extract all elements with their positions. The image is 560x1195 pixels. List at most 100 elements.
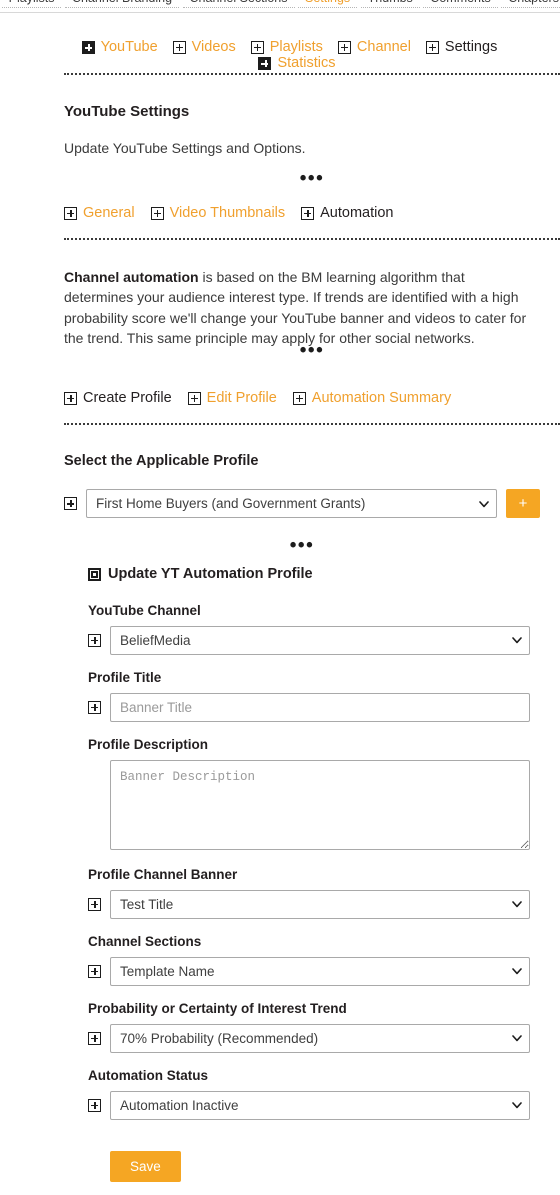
field-row-profile-description <box>88 759 530 855</box>
profile-title-control <box>110 692 530 722</box>
profile-select-heading: Select the Applicable Profile <box>64 453 259 469</box>
page-description: Update YouTube Settings and Options. <box>64 140 306 156</box>
profile-select-row: First Home Buyers (and Government Grants… <box>64 489 540 518</box>
divider-2 <box>64 238 560 240</box>
automation-description: Channel automation is based on the BM le… <box>64 267 532 348</box>
main-nav-label: Statistics <box>277 55 336 71</box>
save-row: Save <box>88 1150 530 1182</box>
profile-nav-label: Automation Summary <box>311 390 452 406</box>
breadcrumb-item-channel-branding[interactable]: Channel Branding <box>64 0 180 8</box>
main-nav-label: Channel <box>356 39 411 55</box>
sub-nav-label: General <box>83 205 135 221</box>
probability-select[interactable]: 70% Probability (Recommended) <box>110 1023 530 1053</box>
probability-control: 70% Probability (Recommended) <box>110 1023 530 1053</box>
profile-nav-label: Edit Profile <box>206 390 277 406</box>
plus-outline-icon[interactable] <box>88 1098 101 1112</box>
plus-outline-icon <box>150 206 164 220</box>
plus-outline-icon <box>172 40 186 54</box>
main-nav-item-settings[interactable]: Settings <box>425 39 498 55</box>
breadcrumb-item-thumbs[interactable]: Thumbs <box>360 0 420 8</box>
automation-description-lead: Channel automation <box>64 269 199 285</box>
profile-title-input[interactable] <box>110 692 530 722</box>
ellipsis-separator-1: ••• <box>299 168 325 189</box>
profile-select-control: First Home Buyers (and Government Grants… <box>86 489 497 518</box>
plus-outline-icon <box>64 391 77 405</box>
sub-nav-item-automation[interactable]: Automation <box>301 205 394 221</box>
plus-outline-icon[interactable] <box>88 964 101 978</box>
field-row-automation-status: Automation Inactive <box>88 1090 530 1120</box>
plus-outline-icon[interactable] <box>88 633 101 647</box>
dot-square-icon <box>88 567 101 581</box>
profile-channel-banner-control: Test Title <box>110 889 530 919</box>
plus-outline-icon <box>301 206 315 220</box>
profile-nav[interactable]: Create Profile Edit Profile Automation S… <box>64 390 530 406</box>
plus-outline-icon <box>64 206 77 220</box>
automation-status-select[interactable]: Automation Inactive <box>110 1090 530 1120</box>
breadcrumb-item-playlists[interactable]: Playlists <box>1 0 62 8</box>
plus-outline-icon[interactable] <box>64 497 77 510</box>
label-profile-channel-banner: Profile Channel Banner <box>88 866 238 882</box>
profile-select[interactable]: First Home Buyers (and Government Grants… <box>86 489 497 518</box>
breadcrumb-item-chapters[interactable]: Chapters <box>501 0 560 8</box>
main-nav-item-playlists[interactable]: Playlists <box>250 39 323 55</box>
main-nav[interactable]: YouTube Videos Playlists Channel Setting… <box>64 39 530 71</box>
profile-nav-item-edit-profile[interactable]: Edit Profile <box>187 390 277 406</box>
main-nav-label: Playlists <box>269 39 323 55</box>
main-nav-item-statistics[interactable]: Statistics <box>258 55 336 71</box>
ellipsis-separator-2: ••• <box>299 340 325 361</box>
form-heading-label: Update YT Automation Profile <box>108 566 313 582</box>
page-title: YouTube Settings <box>64 103 190 120</box>
channel-sections-control: Template Name <box>110 956 530 986</box>
youtube-channel-control: BeliefMedia <box>110 625 530 655</box>
field-row-profile-channel-banner: Test Title <box>88 889 530 919</box>
add-profile-button[interactable]: + <box>506 489 540 518</box>
breadcrumb-item-comments[interactable]: Comments <box>423 0 498 8</box>
form-heading: Update YT Automation Profile <box>88 566 313 582</box>
field-row-probability: 70% Probability (Recommended) <box>88 1023 530 1053</box>
plus-outline-icon[interactable] <box>88 700 101 714</box>
divider-3 <box>64 423 560 425</box>
sub-nav-label: Video Thumbnails <box>169 205 286 221</box>
plus-outline-icon <box>337 40 351 54</box>
profile-description-textarea[interactable] <box>110 759 530 850</box>
main-nav-label: YouTube <box>100 39 158 55</box>
sub-nav-label: Automation <box>320 205 394 221</box>
sub-nav-item-video-thumbnails[interactable]: Video Thumbnails <box>150 205 286 221</box>
header-divider <box>0 12 560 13</box>
main-nav-label: Settings <box>444 39 498 55</box>
main-nav-label: Videos <box>191 39 236 55</box>
profile-nav-label: Create Profile <box>83 390 172 406</box>
profile-channel-banner-select[interactable]: Test Title <box>110 889 530 919</box>
breadcrumb-item-channel-sections[interactable]: Channel Sections <box>182 0 295 8</box>
label-probability: Probability or Certainty of Interest Tre… <box>88 1000 347 1016</box>
save-button[interactable]: Save <box>110 1150 181 1182</box>
divider-1 <box>64 73 560 75</box>
plus-solid-icon <box>81 40 95 54</box>
field-row-profile-title <box>88 692 530 722</box>
ellipsis-separator-3: ••• <box>289 535 315 556</box>
plus-outline-icon <box>292 391 306 405</box>
label-channel-sections: Channel Sections <box>88 933 202 949</box>
plus-outline-icon <box>187 391 201 405</box>
plus-outline-icon[interactable] <box>88 1031 101 1045</box>
label-youtube-channel: YouTube Channel <box>88 602 201 618</box>
field-row-channel-sections: Template Name <box>88 956 530 986</box>
profile-nav-item-automation-summary[interactable]: Automation Summary <box>292 390 452 406</box>
field-row-youtube-channel: BeliefMedia <box>88 625 530 655</box>
main-nav-item-videos[interactable]: Videos <box>172 39 236 55</box>
main-nav-item-youtube[interactable]: YouTube <box>81 39 158 55</box>
channel-sections-select[interactable]: Template Name <box>110 956 530 986</box>
plus-outline-icon[interactable] <box>88 897 101 911</box>
label-profile-description: Profile Description <box>88 736 209 752</box>
profile-nav-item-create-profile[interactable]: Create Profile <box>64 390 172 406</box>
plus-outline-icon <box>425 40 439 54</box>
sub-nav-item-general[interactable]: General <box>64 205 135 221</box>
plus-outline-icon <box>250 40 264 54</box>
youtube-channel-select[interactable]: BeliefMedia <box>110 625 530 655</box>
label-profile-title: Profile Title <box>88 669 162 685</box>
plus-solid-icon <box>258 56 272 70</box>
update-profile-form: Update YT Automation Profile YouTube Cha… <box>88 566 530 1182</box>
main-nav-item-channel[interactable]: Channel <box>337 39 411 55</box>
settings-sub-nav[interactable]: General Video Thumbnails Automation <box>64 205 530 221</box>
breadcrumb-item-settings[interactable]: Settings <box>298 0 358 8</box>
